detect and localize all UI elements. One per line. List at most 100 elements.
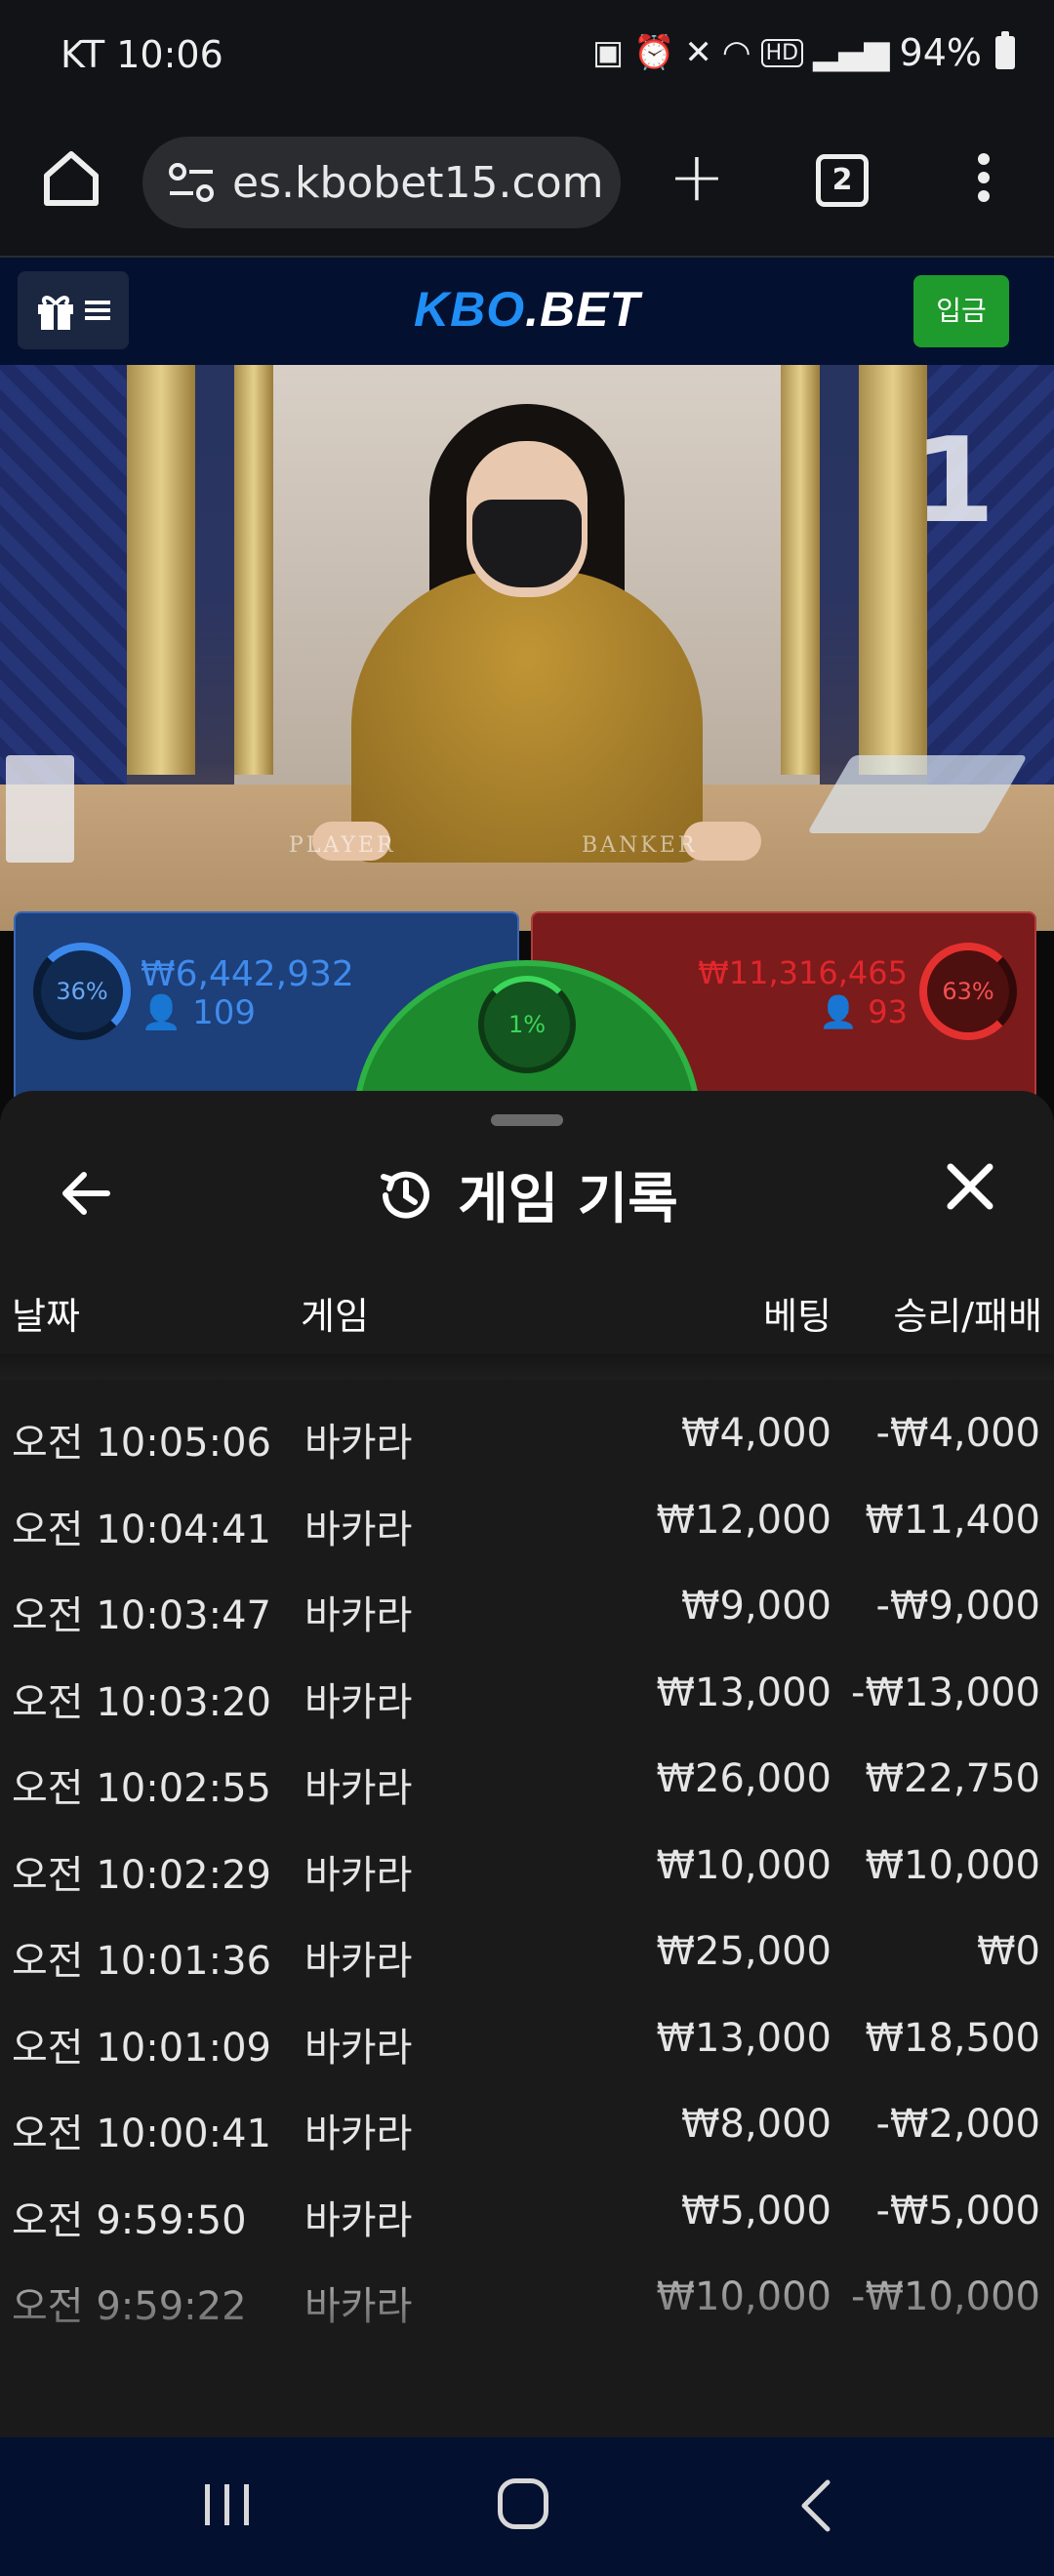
row-game: 바카라: [304, 1593, 413, 1638]
alarm-icon: ⏰: [633, 33, 675, 72]
recent-apps-button[interactable]: [201, 2482, 254, 2527]
row-game: 바카라: [304, 1421, 413, 1466]
battery-percent: 94%: [899, 31, 982, 74]
player-total-amount: ₩6,442,932: [141, 954, 354, 994]
new-tab-button[interactable]: +: [668, 142, 726, 213]
deposit-button[interactable]: 입금: [913, 275, 1009, 347]
row-result: -₩13,000: [851, 1670, 1040, 1715]
row-game: 바카라: [304, 2112, 413, 2156]
table-row[interactable]: 오전 10:03:20 바카라 ₩13,000 -₩13,000: [0, 1651, 1054, 1738]
row-date: 오전 10:04:41: [12, 1507, 271, 1552]
column-header-result[interactable]: 승리/패배: [893, 1286, 1042, 1340]
row-game: 바카라: [304, 1507, 413, 1552]
history-title-text: 게임 기록: [458, 1168, 678, 1231]
tab-switcher-button[interactable]: 2: [816, 154, 869, 207]
row-game: 바카라: [304, 1679, 413, 1725]
row-bet: ₩4,000: [680, 1411, 831, 1456]
address-bar[interactable]: es.kbobet15.com: [142, 137, 621, 228]
round-number: 1: [913, 414, 995, 549]
status-icons: ▣ ⏰ ✕ ◠ HD ▂▄▆ 94%: [592, 31, 1015, 74]
home-icon: [44, 151, 99, 206]
tie-percent-ring: 1%: [478, 976, 576, 1073]
row-result: ₩11,400: [865, 1497, 1040, 1543]
dealer: [351, 570, 703, 863]
home-button[interactable]: [37, 144, 105, 213]
table-row[interactable]: 오전 10:05:06 바카라 ₩4,000 -₩4,000: [0, 1391, 1054, 1478]
row-bet: ₩13,000: [656, 2015, 831, 2061]
row-game: 바카라: [304, 1852, 413, 1898]
table-row[interactable]: 오전 10:02:29 바카라 ₩10,000 ₩10,000: [0, 1824, 1054, 1911]
player-bettor-count: 👤 109: [141, 993, 257, 1032]
wifi-icon: ◠: [721, 33, 751, 72]
banker-percent-ring: 63%: [919, 943, 1017, 1040]
live-dealer-video[interactable]: PLAYER BANKER 1: [0, 365, 1054, 931]
row-bet: ₩26,000: [656, 1756, 831, 1801]
status-bar: KT 10:06 ▣ ⏰ ✕ ◠ HD ▂▄▆ 94%: [0, 0, 1054, 115]
row-result: -₩2,000: [875, 2102, 1041, 2147]
power-saving-icon: ▣: [591, 33, 625, 72]
row-date: 오전 10:03:20: [12, 1679, 271, 1725]
row-bet: ₩10,000: [656, 1842, 831, 1888]
row-result: -₩4,000: [875, 1411, 1041, 1456]
table-row[interactable]: 오전 10:04:41 바카라 ₩12,000 ₩11,400: [0, 1478, 1054, 1565]
row-result: ₩18,500: [865, 2015, 1040, 2061]
table-row[interactable]: 오전 10:01:09 바카라 ₩13,000 ₩18,500: [0, 1996, 1054, 2083]
column-header-bet[interactable]: 베팅: [763, 1286, 831, 1340]
table-row[interactable]: 오전 10:00:41 바카라 ₩8,000 -₩2,000: [0, 2082, 1054, 2169]
game-history-sheet: 게임 기록 날짜 게임 베팅 승리/패배 오전 10:05:06 바카라 ₩4,00…: [0, 1091, 1054, 2437]
hd-icon: HD: [760, 38, 804, 67]
row-date: 오전 10:02:55: [12, 1766, 271, 1811]
row-result: ₩0: [977, 1929, 1040, 1974]
sheet-title: 게임 기록: [0, 1155, 1054, 1234]
row-date: 오전 10:01:09: [12, 2025, 271, 2071]
row-date: 오전 10:05:06: [12, 1421, 271, 1466]
row-game: 바카라: [304, 1766, 413, 1811]
row-result: ₩10,000: [865, 1842, 1040, 1888]
row-bet: ₩12,000: [656, 1497, 831, 1543]
row-date: 오전 10:02:29: [12, 1852, 271, 1898]
table-row[interactable]: 오전 10:02:55 바카라 ₩26,000 ₩22,750: [0, 1737, 1054, 1824]
banker-total-amount: ₩11,316,465: [698, 954, 908, 991]
table-row[interactable]: 오전 10:03:47 바카라 ₩9,000 -₩9,000: [0, 1564, 1054, 1651]
row-date: 오전 10:01:36: [12, 1939, 271, 1984]
table-banker-text: BANKER: [582, 833, 698, 858]
banker-bettor-count: 👤 93: [819, 993, 908, 1030]
history-icon: [381, 1171, 430, 1219]
person-icon: 👤: [141, 993, 182, 1032]
row-game: 바카라: [304, 2197, 413, 2243]
url-text: es.kbobet15.com: [232, 157, 604, 208]
table-player-text: PLAYER: [289, 833, 396, 858]
player-percent-ring: 36%: [33, 943, 131, 1040]
mute-icon: ✕: [684, 33, 712, 72]
site-header: KBO.BET 입금: [0, 258, 1054, 365]
carrier-time: KT 10:06: [61, 33, 223, 76]
row-bet: ₩25,000: [656, 1929, 831, 1974]
battery-icon: [995, 31, 1015, 69]
system-navigation-bar: [0, 2437, 1054, 2576]
row-game: 바카라: [304, 1939, 413, 1984]
person-icon: 👤: [819, 993, 859, 1030]
row-date: 오전 9:59:50: [12, 2197, 247, 2243]
drag-handle[interactable]: [491, 1114, 563, 1126]
row-bet: ₩9,000: [680, 1584, 831, 1629]
site-settings-icon[interactable]: [164, 158, 223, 207]
row-result: -₩5,000: [875, 2188, 1041, 2234]
browser-toolbar: es.kbobet15.com + 2: [0, 115, 1054, 258]
signal-icon: ▂▄▆: [813, 33, 890, 72]
table-row[interactable]: 오전 10:01:36 바카라 ₩25,000 ₩0: [0, 1910, 1054, 1996]
back-nav-button[interactable]: [792, 2476, 841, 2535]
close-icon: [947, 1163, 993, 1210]
row-bet: ₩8,000: [680, 2102, 831, 2147]
scroll-fade: [0, 2242, 1054, 2437]
home-nav-button[interactable]: [498, 2478, 548, 2529]
header-divider: [0, 1354, 1054, 1380]
close-button[interactable]: [939, 1155, 1001, 1218]
row-date: 오전 10:03:47: [12, 1593, 271, 1638]
row-bet: ₩13,000: [656, 1670, 831, 1715]
row-result: -₩9,000: [875, 1584, 1041, 1629]
more-menu-button[interactable]: [964, 146, 1003, 215]
site-logo[interactable]: KBO.BET: [0, 281, 1054, 338]
more-vert-icon: [978, 153, 990, 165]
column-header-game[interactable]: 게임: [301, 1286, 369, 1340]
column-header-date[interactable]: 날짜: [12, 1286, 80, 1340]
